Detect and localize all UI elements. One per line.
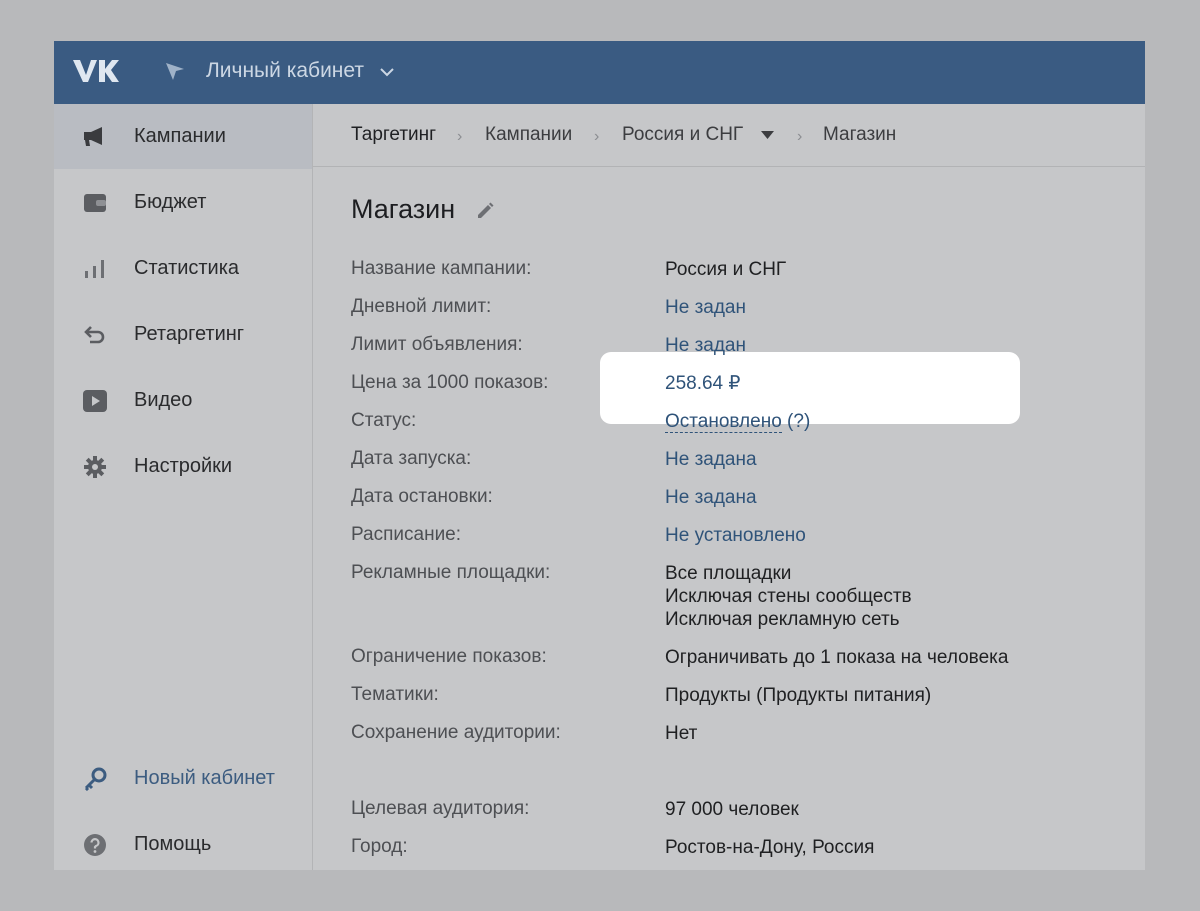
field-label: Тематики:	[351, 684, 439, 705]
sidebar-item-label: Статистика	[134, 257, 240, 279]
field-label: Лимит объявления:	[351, 334, 523, 355]
field-label: Расписание:	[351, 524, 462, 545]
chevron-down-icon[interactable]	[380, 68, 394, 77]
wallet-icon	[84, 194, 106, 212]
pointer-icon	[166, 63, 184, 80]
breadcrumb-separator-icon: ›	[594, 128, 600, 145]
field-label: Ограничение показов:	[351, 646, 547, 667]
field-label: Название кампании:	[351, 258, 532, 279]
field-value: Россия и СНГ	[665, 259, 787, 280]
cabinet-title[interactable]: Личный кабинет	[206, 59, 364, 83]
breadcrumb-separator-icon: ›	[797, 128, 803, 145]
sidebar-item-budget[interactable]: Бюджет	[54, 170, 312, 235]
field-value-multiline: Все площадки Исключая стены сообществ Ис…	[665, 562, 912, 631]
field-value: Ростов-на-Дону, Россия	[665, 837, 875, 858]
breadcrumb-campaign[interactable]: Россия и СНГ	[622, 124, 743, 146]
ad-limit-link[interactable]: Не задан	[665, 334, 746, 357]
schedule-link[interactable]: Не установлено	[665, 524, 806, 547]
caret-down-icon[interactable]	[761, 131, 774, 139]
breadcrumb-separator-icon: ›	[457, 128, 463, 145]
stop-date-link[interactable]: Не задана	[665, 486, 757, 509]
field-label: Цена за 1000 показов:	[351, 372, 549, 393]
sidebar-item-label: Видео	[134, 389, 193, 411]
sidebar-item-statistics[interactable]: Статистика	[54, 236, 312, 301]
start-date-link[interactable]: Не задана	[665, 448, 757, 471]
status-value: Остановлено (?)	[665, 410, 810, 433]
breadcrumb-divider	[313, 166, 1145, 167]
pencil-edit-icon[interactable]	[475, 201, 495, 221]
gear-icon	[84, 456, 106, 478]
sidebar-item-campaigns[interactable]: Кампании	[54, 104, 312, 169]
help-icon	[84, 834, 106, 856]
vk-logo-icon[interactable]	[72, 58, 120, 84]
field-label: Рекламные площадки:	[351, 562, 551, 583]
breadcrumb-targeting[interactable]: Таргетинг	[351, 124, 436, 146]
platform-line: Исключая рекламную сеть	[665, 609, 900, 630]
breadcrumb-current: Магазин	[823, 124, 897, 145]
key-icon	[84, 767, 107, 791]
sidebar-item-label: Кампании	[134, 125, 226, 147]
sidebar-item-retargeting[interactable]: Ретаргетинг	[54, 302, 312, 367]
field-label: Статус:	[351, 410, 417, 431]
sidebar-item-label: Помощь	[134, 833, 212, 855]
sidebar-item-new-cabinet[interactable]: Новый кабинет	[54, 746, 312, 811]
daily-limit-link[interactable]: Не задан	[665, 296, 746, 319]
price-link[interactable]: 258.64 ₽	[665, 372, 740, 395]
field-value: Ограничивать до 1 показа на человека	[665, 647, 1009, 668]
platform-line: Исключая стены сообществ	[665, 586, 912, 607]
sidebar: Кампании Бюджет Статистика Ретаргетинг В…	[54, 104, 313, 870]
sidebar-item-label: Настройки	[134, 455, 233, 477]
field-label: Сохранение аудитории:	[351, 722, 561, 743]
field-value: Нет	[665, 723, 698, 744]
field-label: Дата остановки:	[351, 486, 493, 507]
sidebar-item-label: Бюджет	[134, 191, 207, 213]
sidebar-item-video[interactable]: Видео	[54, 368, 312, 433]
megaphone-icon	[84, 127, 102, 146]
sidebar-item-label: Новый кабинет	[134, 767, 275, 789]
top-bar: Личный кабинет	[54, 41, 1145, 104]
sidebar-item-label: Ретаргетинг	[134, 323, 245, 345]
field-label: Целевая аудитория:	[351, 798, 530, 819]
page-title: Магазин	[351, 194, 456, 224]
retarget-arrow-icon	[84, 326, 105, 344]
status-help-link[interactable]: (?)	[787, 411, 810, 432]
field-label: Дневной лимит:	[351, 296, 492, 317]
app-window: Личный кабинет Кампании Бюджет Статистик…	[54, 41, 1145, 870]
field-value: Продукты (Продукты питания)	[665, 685, 932, 706]
sidebar-item-settings[interactable]: Настройки	[54, 434, 312, 499]
field-label: Город:	[351, 836, 408, 857]
bar-chart-icon	[85, 260, 104, 278]
main-content: Таргетинг › Кампании › Россия и СНГ › Ма…	[313, 104, 1145, 870]
status-link[interactable]: Остановлено	[665, 411, 782, 433]
field-label: Дата запуска:	[351, 448, 472, 469]
platform-line: Все площадки	[665, 563, 792, 584]
sidebar-item-help[interactable]: Помощь	[54, 812, 312, 870]
video-play-icon	[83, 390, 107, 412]
breadcrumb-campaigns[interactable]: Кампании	[485, 124, 572, 146]
field-value: 97 000 человек	[665, 799, 799, 820]
